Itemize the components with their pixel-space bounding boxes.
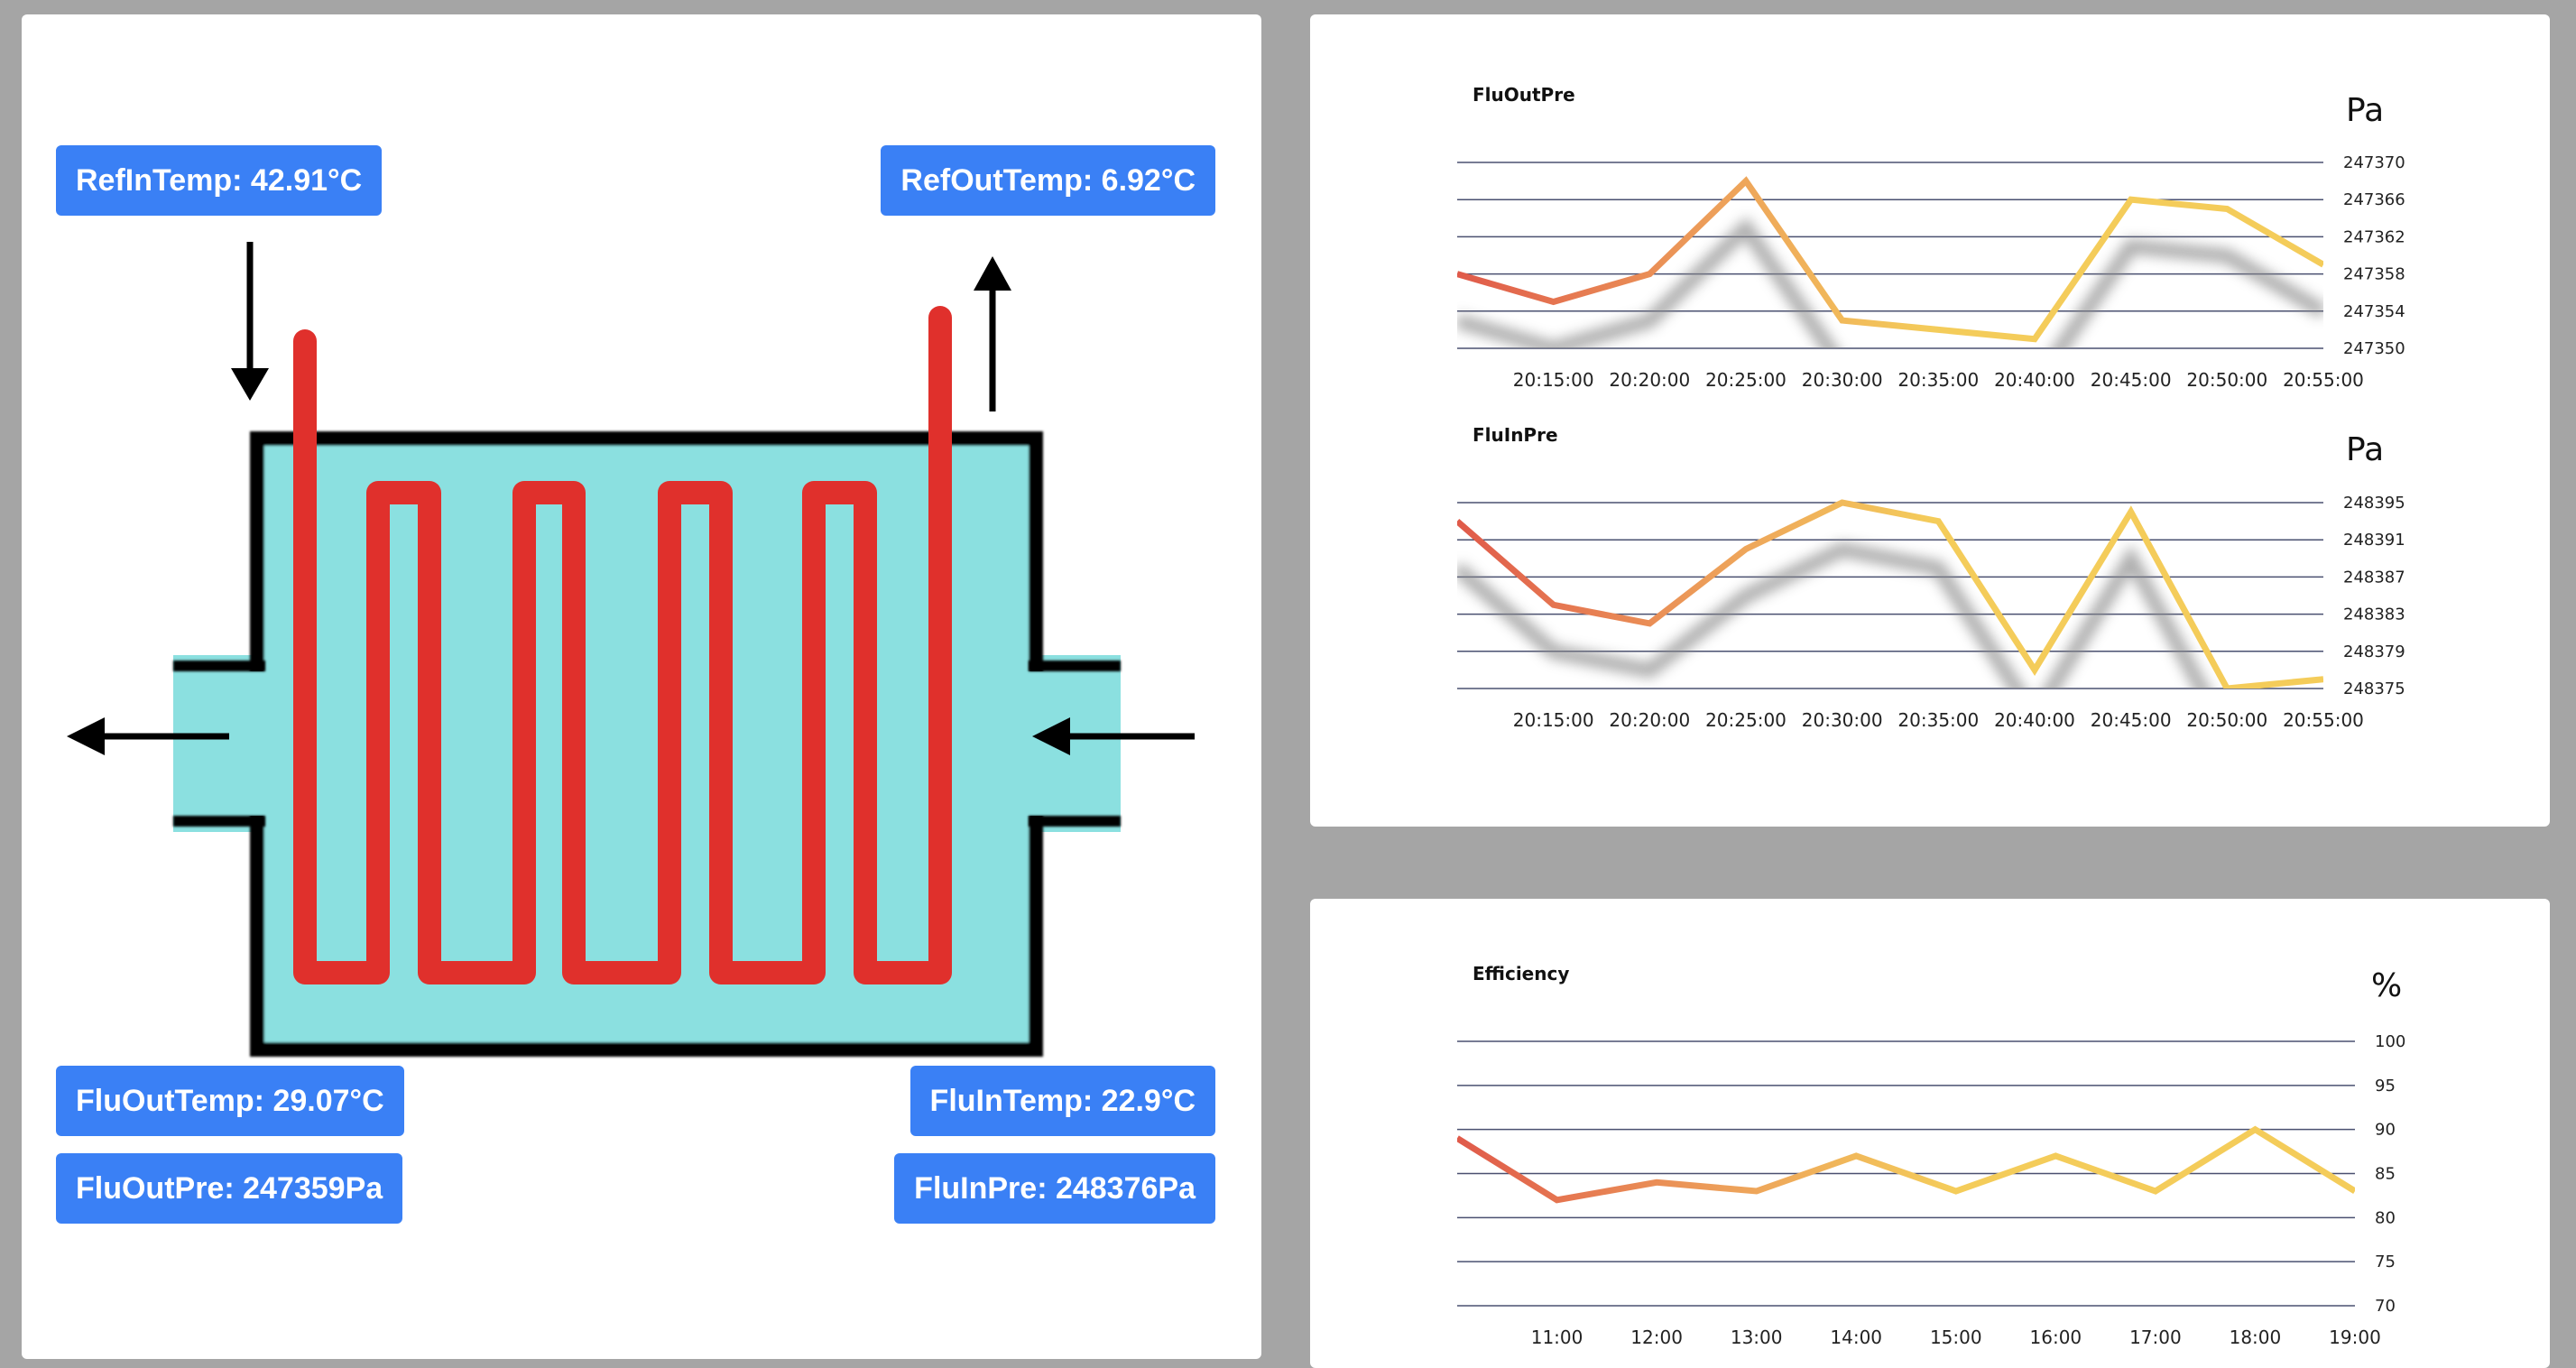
efficiency-chart-y-tick: 85 [2375,1165,2396,1184]
efficiency-chart-x-tick: 13:00 [1731,1326,1783,1348]
efficiency-chart-y-tick: 100 [2375,1032,2405,1051]
efficiency-chart-y-tick: 80 [2375,1208,2396,1227]
efficiency-chart-x-tick: 16:00 [2030,1326,2082,1348]
efficiency-chart-y-tick: 70 [2375,1297,2396,1316]
efficiency-chart-x-tick: 19:00 [2329,1326,2381,1348]
efficiency-chart-y-tick: 90 [2375,1121,2396,1140]
efficiency-chart-unit: % [2371,967,2402,1004]
efficiency-chart: Efficiency % 100 95 90 85 80 75 70 11:00 12:00 13:0… [1457,963,2405,1348]
efficiency-chart-series-line [1457,1125,2355,1204]
efficiency-chart-x-tick: 17:00 [2129,1326,2182,1348]
efficiency-chart-title: Efficiency [1473,963,1569,984]
efficiency-chart-x-tick: 14:00 [1830,1326,1882,1348]
efficiency-chart-card: Efficiency% 100 95 90 85 80 75 70 11:00 12:00 13:0… [1310,899,2550,1368]
efficiency-chart-x-tick: 18:00 [2230,1326,2282,1348]
efficiency-chart-y-tick: 95 [2375,1077,2396,1095]
efficiency-chart-x-tick: 12:00 [1630,1326,1683,1348]
efficiency-chart-x-tick: 11:00 [1531,1326,1583,1348]
efficiency-chart-y-tick: 75 [2375,1252,2396,1271]
efficiency-chart-x-tick: 15:00 [1930,1326,1982,1348]
